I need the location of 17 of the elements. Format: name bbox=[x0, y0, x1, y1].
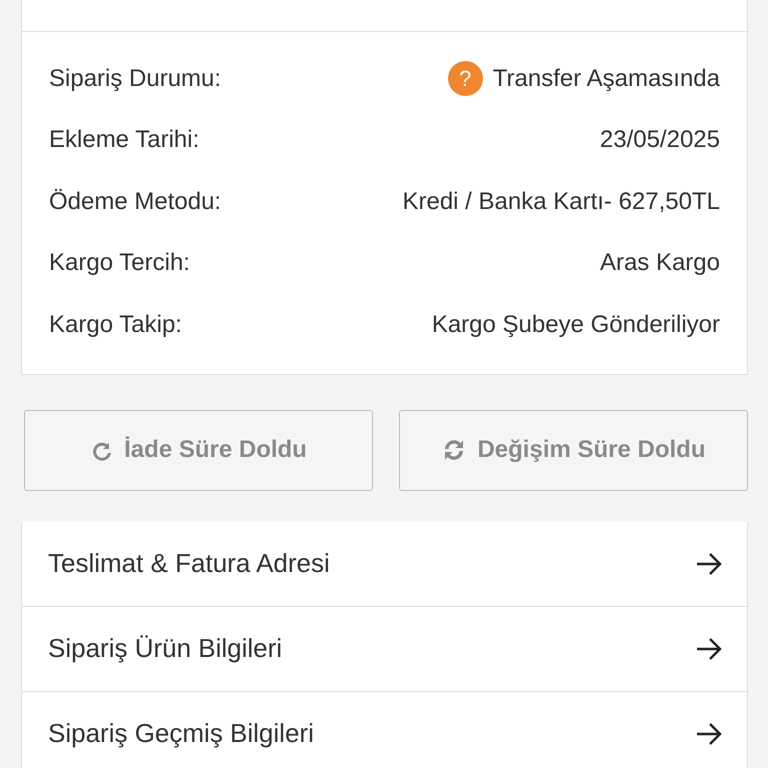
menu-link[interactable]: Sipariş Ürün Bilgileri bbox=[21, 606, 748, 692]
question-icon: ? bbox=[448, 61, 483, 96]
menu-link[interactable]: Sipariş Geçmiş Bilgileri bbox=[21, 692, 748, 768]
detail-value: 23/05/2025 bbox=[600, 126, 720, 154]
arrow-right-icon bbox=[695, 722, 723, 746]
detail-label: Kargo Tercih: bbox=[49, 249, 190, 278]
arrow-right-icon bbox=[695, 636, 723, 660]
detail-label: Sipariş Durumu: bbox=[49, 64, 222, 93]
detail-label: Kargo Takip: bbox=[49, 310, 182, 339]
detail-value: Kargo Şubeye Gönderiliyor bbox=[432, 310, 720, 339]
detail-value: Aras Kargo bbox=[600, 249, 720, 278]
detail-value: Transfer Aşamasında bbox=[492, 64, 720, 93]
detail-label: Ödeme Metodu: bbox=[49, 188, 222, 216]
detail-label: Ekleme Tarihi: bbox=[49, 126, 200, 154]
arrow-right-icon bbox=[695, 552, 723, 576]
detail-value: Kredi / Banka Kartı- 627,50TL bbox=[402, 188, 720, 216]
menu-link[interactable]: Teslimat & Fatura Adresi bbox=[21, 522, 748, 606]
